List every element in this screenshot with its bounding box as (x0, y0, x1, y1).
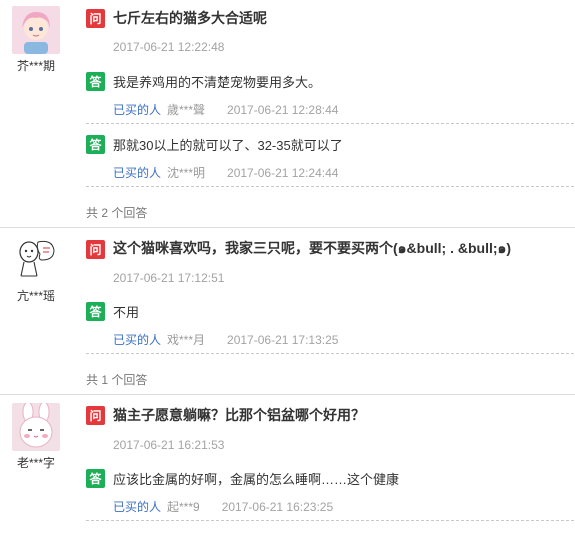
answer-count-link[interactable]: 共 2 个回答 (86, 204, 147, 221)
answerer-name: 起***9 (167, 500, 200, 514)
answer-text: 应该比金属的好啊，金属的怎么睡啊……这个健康 (113, 472, 400, 487)
question-time: 2017-06-21 12:22:48 (113, 40, 225, 54)
asker: 芥***期 (0, 6, 72, 74)
asker-name: 芥***期 (16, 59, 55, 73)
anime-girl-avatar[interactable] (12, 6, 60, 54)
doodle-character-avatar[interactable] (12, 236, 60, 284)
thread-divider (0, 227, 575, 228)
answer-count-link[interactable]: 共 1 个回答 (86, 371, 147, 388)
question-time: 2017-06-21 17:12:51 (113, 271, 225, 285)
answer-badge: 答 (86, 302, 105, 321)
bought-label: 已买的人 (113, 166, 162, 180)
question: 问 猫主子愿意躺嘛？比那个铝盆哪个好用？ (86, 405, 365, 425)
answer-time: 2017-06-21 12:24:44 (227, 166, 339, 180)
asker-name: 亢***瑶 (16, 289, 55, 303)
answer-badge: 答 (86, 72, 105, 91)
answer-badge: 答 (86, 135, 105, 154)
thread-divider (0, 394, 575, 395)
question-text[interactable]: 这个猫咪喜欢吗，我家三只呢，要不要买两个(๑&bull; . &bull;๑) (113, 238, 511, 260)
answer-item: 答 我是养鸡用的不清楚宠物要用多大。 已买的人 歲***聲 2017-06-21 1… (86, 62, 574, 124)
asker-name: 老***字 (16, 456, 55, 470)
answer-time: 2017-06-21 12:28:44 (227, 103, 339, 117)
answer-text: 那就30以上的就可以了、32-35就可以了 (113, 138, 343, 153)
question-badge: 问 (86, 405, 105, 425)
bought-label: 已买的人 (113, 500, 162, 514)
question-text[interactable]: 七斤左右的猫多大合适呢 (113, 8, 267, 28)
answer-badge: 答 (86, 469, 105, 488)
bought-label: 已买的人 (113, 103, 162, 117)
question-badge: 问 (86, 8, 105, 28)
asker: 老***字 (0, 403, 72, 471)
bunny-avatar[interactable] (12, 403, 60, 451)
asker: 亢***瑶 (0, 236, 72, 304)
question-badge: 问 (86, 239, 105, 259)
answerer-name: 歲***聲 (167, 103, 206, 117)
answer-item: 答 应该比金属的好啊，金属的怎么睡啊……这个健康 已买的人 起***9 2017-0… (86, 459, 574, 521)
answer-text: 不用 (113, 305, 140, 320)
answer-time: 2017-06-21 16:23:25 (221, 500, 334, 514)
question-text[interactable]: 猫主子愿意躺嘛？比那个铝盆哪个好用？ (113, 405, 365, 425)
answerer-name: 戏***月 (167, 333, 206, 347)
answer-item: 答 那就30以上的就可以了、32-35就可以了 已买的人 沈***明 2017-06… (86, 125, 574, 187)
question: 问 七斤左右的猫多大合适呢 (86, 8, 267, 28)
answer-text: 我是养鸡用的不清楚宠物要用多大。 (113, 75, 322, 90)
answer-item: 答 不用 已买的人 戏***月 2017-06-21 17:13:25 (86, 292, 574, 354)
answerer-name: 沈***明 (167, 166, 206, 180)
question-time: 2017-06-21 16:21:53 (113, 438, 225, 452)
question: 问 这个猫咪喜欢吗，我家三只呢，要不要买两个(๑&bull; . &bull;๑… (86, 238, 511, 260)
bought-label: 已买的人 (113, 333, 162, 347)
answer-time: 2017-06-21 17:13:25 (227, 333, 339, 347)
